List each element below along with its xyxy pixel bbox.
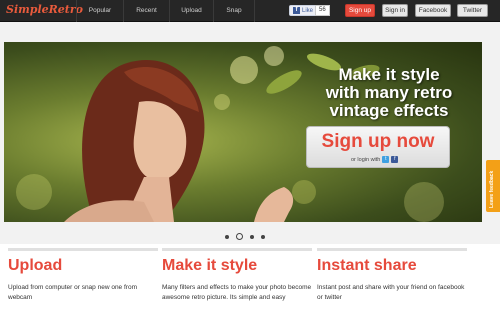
- facebook-icon: f: [293, 7, 300, 14]
- signin-button[interactable]: Sign in: [382, 4, 408, 17]
- carousel-dot[interactable]: [225, 234, 229, 239]
- signup-button[interactable]: Sign up: [345, 4, 375, 17]
- hero-login-options: or login with t f: [351, 156, 399, 163]
- feature-upload: Upload Upload from computer or snap new …: [8, 248, 158, 303]
- hero-login-label: or login with: [351, 156, 381, 163]
- hero-banner[interactable]: Make it style with many retro vintage ef…: [4, 42, 482, 222]
- carousel-dot[interactable]: [261, 234, 265, 239]
- carousel-dot[interactable]: [250, 234, 254, 239]
- site-logo[interactable]: SimpleRetro: [6, 3, 83, 16]
- twitter-login-icon[interactable]: t: [382, 156, 390, 163]
- feature-divider: [317, 248, 467, 251]
- nav-item-upload[interactable]: Upload: [169, 0, 213, 22]
- feature-description: Instant post and share with your friend …: [317, 284, 465, 301]
- feature-title: Instant share: [317, 257, 417, 274]
- feedback-label: Leave feedback: [489, 170, 495, 208]
- feature-title: Upload: [8, 257, 63, 274]
- carousel-dot-active[interactable]: [236, 233, 243, 240]
- feature-make-it-style: Make it style Many filters and effects t…: [162, 248, 312, 303]
- hero-headline-line1: Make it style: [338, 65, 440, 84]
- hero-signup-button[interactable]: Sign up now or login with t f: [306, 126, 450, 168]
- facebook-login-icon[interactable]: f: [391, 156, 399, 163]
- nav-item-popular[interactable]: Popular: [76, 0, 123, 22]
- twitter-button[interactable]: Twitter: [457, 4, 488, 17]
- nav-item-recent[interactable]: Recent: [123, 0, 169, 22]
- hero-headline-line3: vintage effects: [329, 101, 449, 120]
- features-section: Upload Upload from computer or snap new …: [0, 244, 500, 313]
- feature-description: Upload from computer or snap new one fro…: [8, 284, 137, 301]
- hero-signup-label: Sign up now: [321, 131, 435, 152]
- facebook-button[interactable]: Facebook: [415, 4, 451, 17]
- hero-headline-line2: with many retro: [325, 83, 453, 102]
- nav-item-snap[interactable]: Snap: [213, 0, 255, 22]
- feature-instant-share: Instant share Instant post and share wit…: [317, 248, 467, 303]
- hero-headline: Make it style with many retro vintage ef…: [304, 66, 474, 120]
- like-count: 56: [315, 5, 330, 16]
- feature-description: Many filters and effects to make your ph…: [162, 284, 312, 301]
- facebook-like-button[interactable]: f Like: [289, 5, 318, 16]
- like-label: Like: [302, 7, 314, 14]
- feature-title: Make it style: [162, 257, 258, 274]
- feature-divider: [8, 248, 158, 251]
- top-navigation-bar: SimpleRetro Popular Recent Upload Snap f…: [0, 0, 500, 22]
- leave-feedback-tab[interactable]: Leave feedback: [486, 160, 500, 212]
- carousel-indicators: [225, 233, 265, 240]
- feature-divider: [162, 248, 312, 251]
